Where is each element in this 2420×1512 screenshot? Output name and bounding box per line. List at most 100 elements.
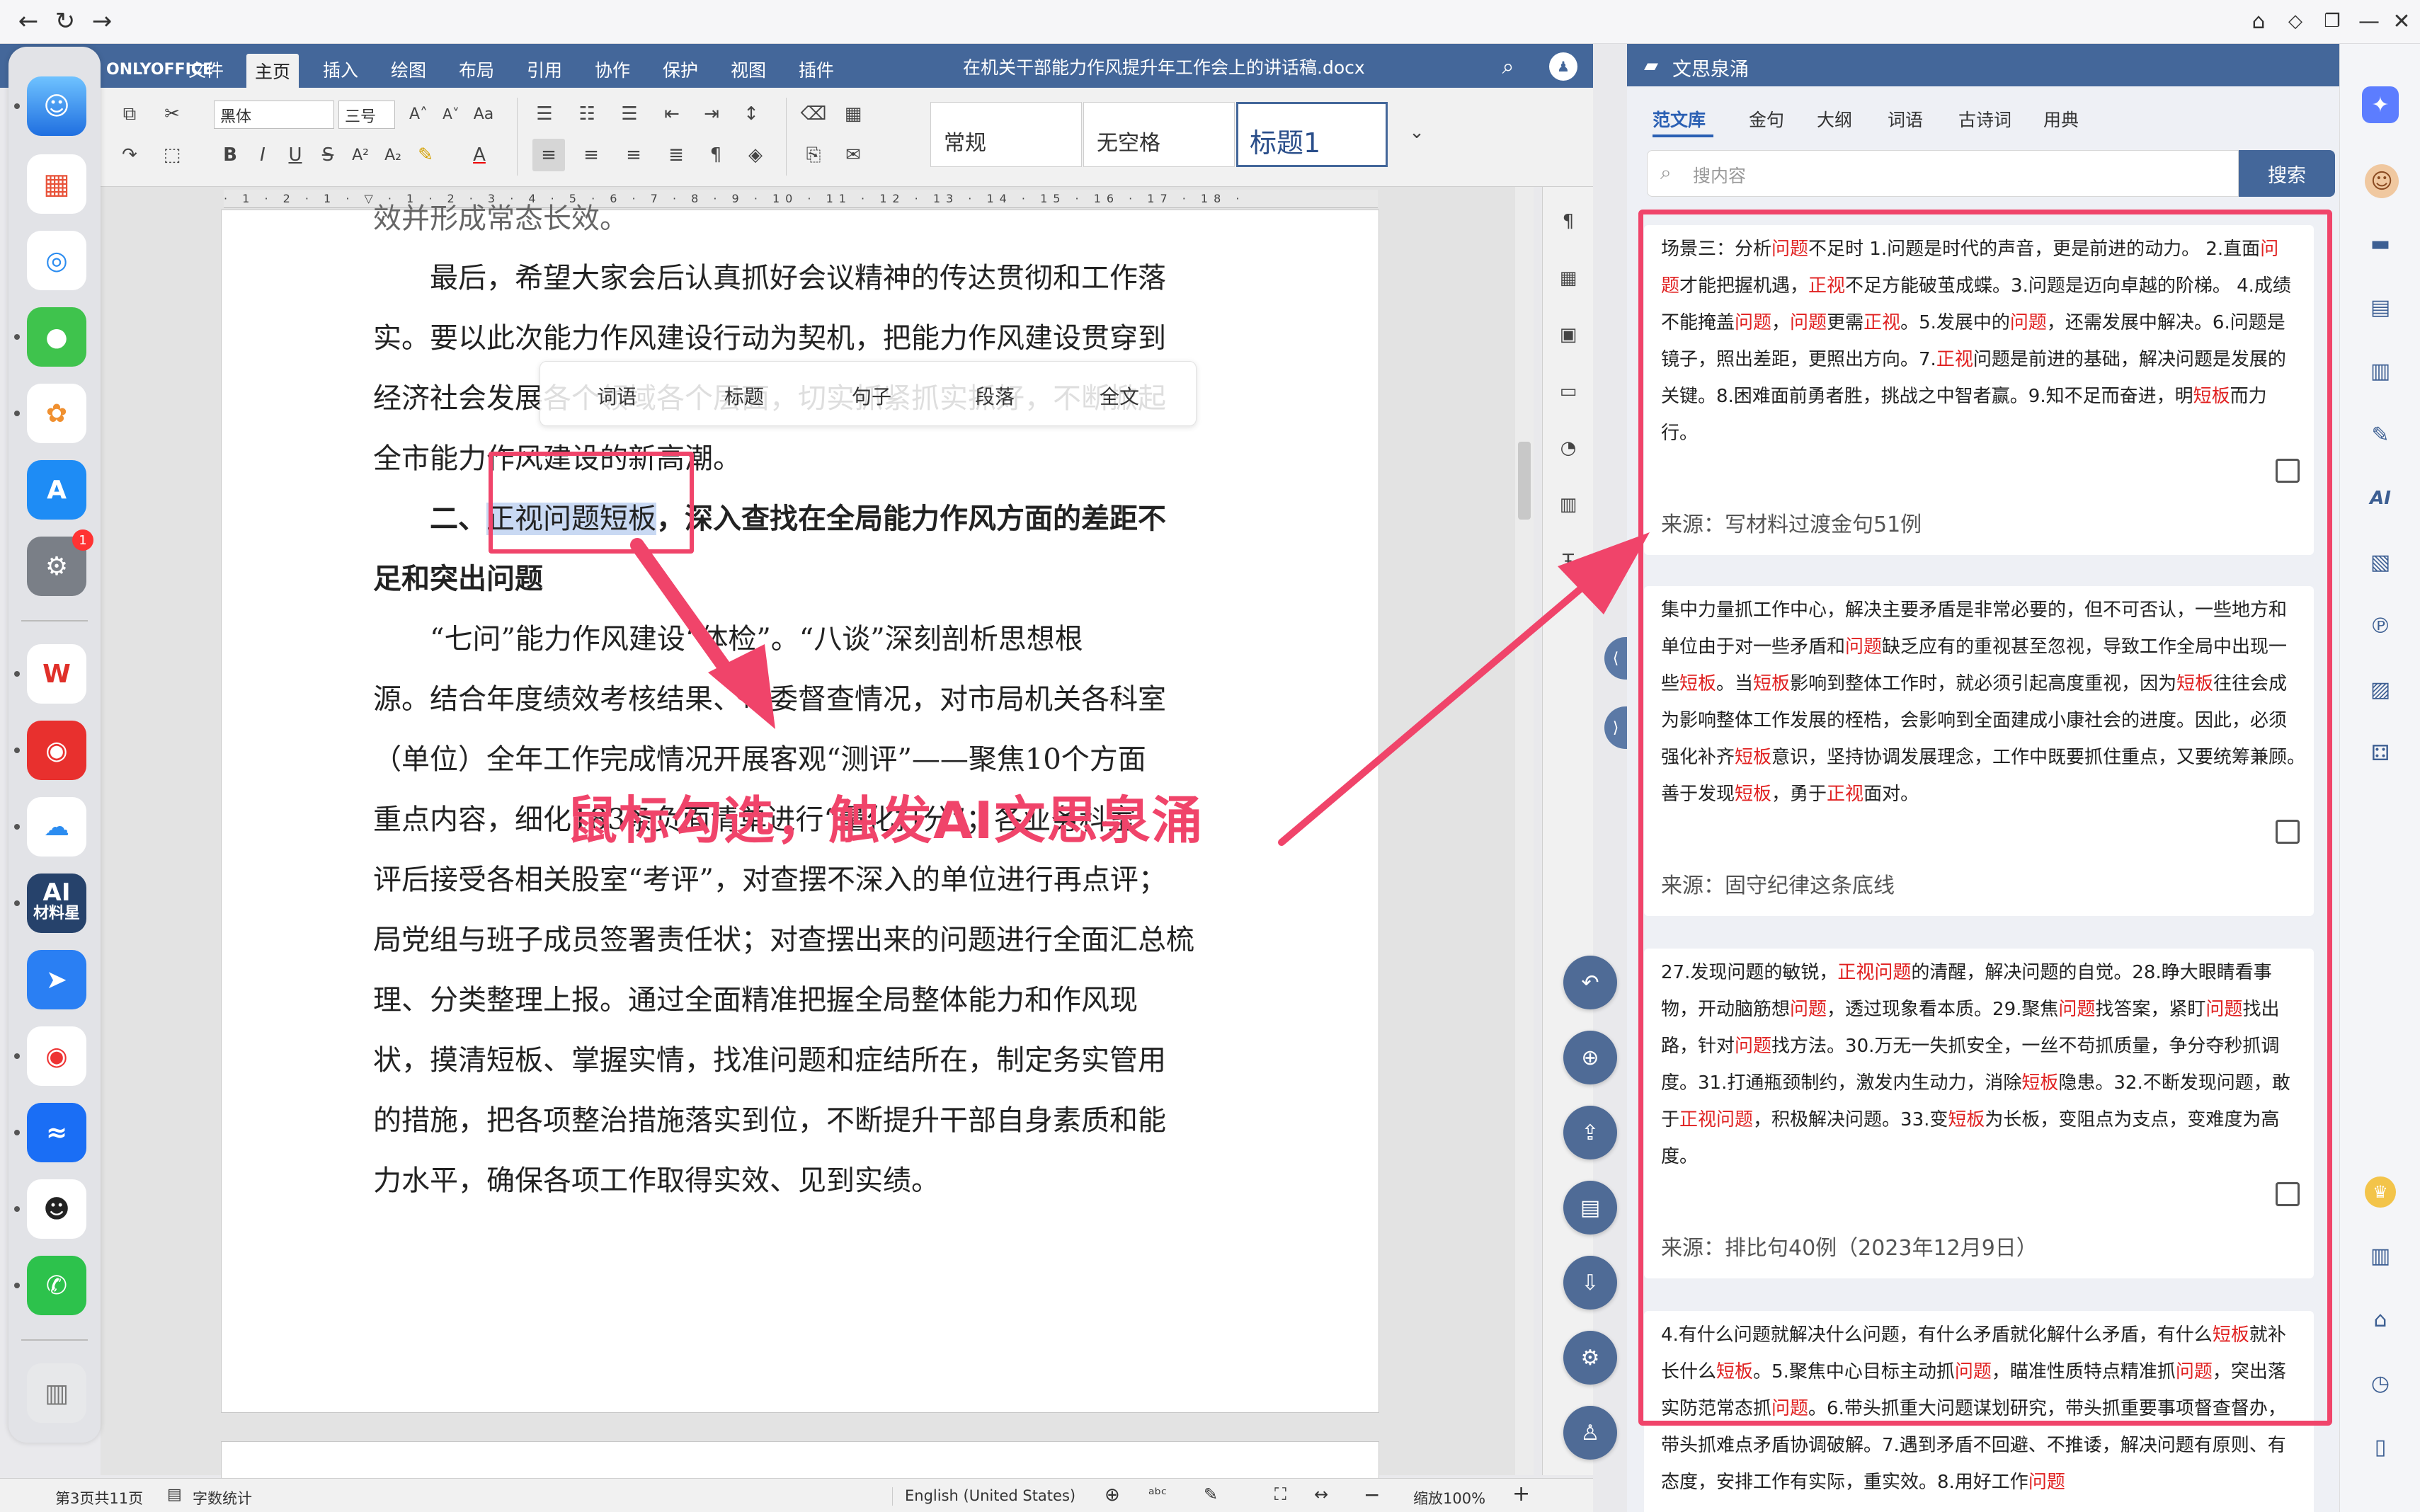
color-scheme-icon[interactable]: ▦ [837,98,869,130]
restore-window-icon[interactable]: ❐ [2318,7,2346,35]
qq-icon[interactable]: ☻ [27,1179,86,1239]
lark-icon[interactable]: ≈ [27,1103,86,1162]
font-color-icon[interactable]: A [463,139,496,171]
textart-settings-icon[interactable]: Ŧ [1552,545,1585,578]
download-circle-button[interactable]: ⇩ [1563,1256,1617,1310]
home-icon[interactable]: ⌂ [2244,7,2273,35]
increase-font-icon[interactable]: A˄ [402,98,435,130]
wordcount-button[interactable]: 字数统计 [193,1487,252,1508]
profile-avatar[interactable]: ☺ [2365,164,2399,198]
ai-icon[interactable]: AI [2365,483,2396,514]
justify-icon[interactable]: ≣ [660,139,692,171]
style-normal[interactable]: 常规 [930,102,1082,167]
search-icon[interactable]: ⌕ [1492,51,1524,82]
scrollbar-thumb[interactable] [1518,442,1531,520]
close-window-icon[interactable]: ✕ [2387,7,2416,35]
undo-circle-button[interactable]: ↶ [1563,956,1617,1009]
language-select[interactable]: English (United States) [905,1487,1075,1504]
home-icon[interactable]: ⌂ [2365,1304,2396,1335]
chart-settings-icon[interactable]: ▥ [1552,488,1585,521]
menu-insert[interactable]: 插入 [314,55,367,84]
decrease-font-icon[interactable]: A˅ [435,98,467,130]
popup-word[interactable]: 词语 [597,382,637,410]
menu-collaborate[interactable]: 协作 [586,55,639,84]
library-icon[interactable]: ▥ [2365,355,2396,386]
paragraph-settings-icon[interactable]: ¶ [1552,205,1585,238]
source-icon[interactable]: ▨ [2365,674,2396,705]
menu-draw[interactable]: 绘图 [382,55,435,84]
safari-icon[interactable]: ◎ [27,231,86,290]
font-name-select[interactable]: 黑体 [214,101,334,129]
bold-icon[interactable]: B [214,139,246,171]
collapse-panel-icon[interactable]: ⟨ [1604,637,1627,680]
shape-settings-icon[interactable]: ◔ [1552,432,1585,464]
upload-circle-button[interactable]: ⇪ [1563,1106,1617,1159]
align-center-icon[interactable]: ≡ [575,139,607,171]
multilevel-icon[interactable]: ☰ [613,98,646,130]
trash-icon[interactable]: ▥ [27,1363,86,1423]
wordcount-icon[interactable]: ▤ [167,1486,182,1504]
redo-icon[interactable]: ↷ [113,139,146,171]
popup-sentence[interactable]: 句子 [852,382,891,410]
strikethrough-icon[interactable]: S [312,139,344,171]
menu-protect[interactable]: 保护 [654,55,707,84]
fit-width-icon[interactable]: ↔ [1314,1484,1328,1504]
style-heading-1[interactable]: 标题1 [1236,102,1388,167]
menu-view[interactable]: 视图 [722,55,775,84]
toolbox-icon[interactable]: ▬ [2365,228,2396,259]
clock-icon[interactable]: ◷ [2365,1368,2396,1399]
panel-search-input[interactable]: ⌕ 搜内容 [1647,150,2239,197]
change-case-icon[interactable]: Aa [467,98,500,130]
tab-jinju[interactable]: 金句 [1749,106,1784,132]
increase-indent-icon[interactable]: ⇥ [695,98,728,130]
notes-icon[interactable]: ▧ [2365,546,2396,578]
chrome-icon[interactable]: ◉ [27,1026,86,1086]
panel-search-button[interactable]: 搜索 [2239,150,2335,197]
nonprinting-icon[interactable]: ✉ [837,139,869,171]
copy-icon[interactable]: ⧉ [113,98,146,130]
copilot-icon[interactable]: ✦ [2362,86,2399,123]
tab-yongdian[interactable]: 用典 [2043,106,2079,132]
cut-icon[interactable]: ✂ [156,98,188,130]
bullets-icon[interactable]: ☰ [528,98,561,130]
reload-icon[interactable]: ↻ [51,7,79,35]
underline-icon[interactable]: U [279,139,312,171]
phone-icon[interactable]: ▯ [2365,1431,2396,1462]
back-icon[interactable]: ← [14,7,42,35]
photos-icon[interactable]: ✿ [27,384,86,443]
shading-icon[interactable]: ◈ [739,139,772,171]
netease-music-icon[interactable]: ◉ [27,721,86,780]
shield-icon[interactable]: ◇ [2281,7,2310,35]
menu-home[interactable]: 主页 [246,54,299,88]
expand-panel-icon[interactable]: ⟩ [1604,706,1627,749]
spellcheck-icon[interactable]: ᵃᵇᶜ [1148,1486,1167,1504]
p-doc-icon[interactable]: ℗ [2365,610,2396,641]
gift-icon[interactable]: ⚃ [2365,738,2396,769]
numbering-icon[interactable]: ☷ [571,98,603,130]
menu-layout[interactable]: 布局 [450,55,503,84]
menu-plugins[interactable]: 插件 [790,55,843,84]
image-settings-icon[interactable]: ▣ [1552,319,1585,351]
settings-circle-button[interactable]: ⚙ [1563,1331,1617,1385]
decrease-indent-icon[interactable]: ⇤ [656,98,688,130]
menu-references[interactable]: 引用 [518,55,571,84]
subscript-icon[interactable]: A₂ [377,139,409,171]
menu-file[interactable]: 文件 [180,55,232,84]
minimize-window-icon[interactable]: — [2355,7,2383,35]
track-changes-icon[interactable]: ✎ [1204,1484,1218,1504]
line-spacing-icon[interactable]: ↕ [735,98,767,130]
popup-paragraph[interactable]: 段落 [975,382,1015,410]
forward-icon[interactable]: → [88,7,116,35]
user-circle-button[interactable]: ♙ [1563,1406,1617,1460]
chevron-down-icon[interactable]: ⌄ [1400,116,1433,149]
stats-icon[interactable]: ▥ [2365,1240,2396,1271]
crown-icon[interactable]: ♛ [2365,1176,2396,1208]
messages-icon[interactable]: ● [27,307,86,367]
launchpad-icon[interactable]: ▦ [27,154,86,214]
font-size-select[interactable]: 三号 [338,101,395,129]
wps-icon[interactable]: W [27,644,86,704]
vertical-scrollbar[interactable] [1515,187,1534,1475]
popup-title[interactable]: 标题 [724,382,764,410]
zoom-out-icon[interactable]: − [1364,1483,1380,1506]
zoom-level[interactable]: 缩放100% [1413,1487,1485,1508]
